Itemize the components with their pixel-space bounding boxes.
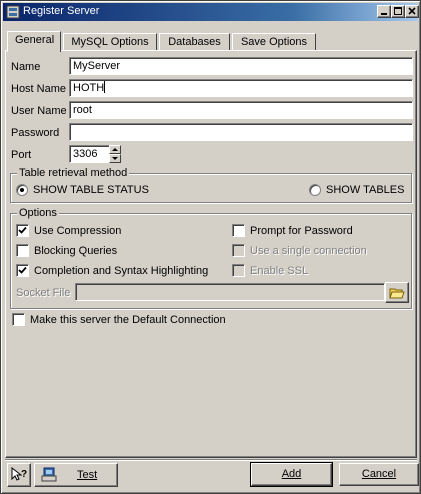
test-button[interactable]: Test <box>34 463 118 487</box>
port-increment-button[interactable] <box>109 145 121 154</box>
blocking-queries-checkbox[interactable] <box>16 244 29 257</box>
options-title: Options <box>17 207 59 219</box>
port-spinner <box>109 145 121 163</box>
browse-socket-button[interactable] <box>385 282 409 303</box>
host-name-label: Host Name <box>11 83 67 95</box>
radio-selected-dot <box>20 188 24 192</box>
socket-file-label: Socket File <box>16 287 71 299</box>
cancel-button-label: Cancel <box>361 468 397 480</box>
arrow-up-icon <box>112 148 118 151</box>
tab-mysql-options-label: MySQL Options <box>71 36 149 48</box>
svg-text:?: ? <box>21 469 27 480</box>
tab-general[interactable]: General <box>7 31 61 52</box>
use-compression-label[interactable]: Use Compression <box>34 225 121 237</box>
name-input[interactable]: MyServer <box>69 57 413 75</box>
host-name-input[interactable]: HOTH <box>69 79 413 97</box>
user-name-label: User Name <box>11 105 67 117</box>
close-icon <box>408 7 416 15</box>
tab-save-options[interactable]: Save Options <box>232 33 316 51</box>
use-compression-checkbox[interactable] <box>16 224 29 237</box>
table-retrieval-title: Table retrieval method <box>17 167 130 179</box>
minimize-button[interactable] <box>377 5 391 18</box>
add-button[interactable]: Add <box>250 462 333 487</box>
prompt-password-label[interactable]: Prompt for Password <box>250 225 353 237</box>
tab-databases[interactable]: Databases <box>159 33 230 51</box>
user-name-input[interactable]: root <box>69 101 413 119</box>
completion-label[interactable]: Completion and Syntax Highlighting <box>34 265 208 277</box>
tab-mysql-options[interactable]: MySQL Options <box>63 33 157 51</box>
maximize-button[interactable] <box>391 5 405 18</box>
radio-show-table-status[interactable] <box>16 184 28 196</box>
help-pointer-icon: ? <box>11 466 27 481</box>
blocking-queries-label[interactable]: Blocking Queries <box>34 245 117 257</box>
password-label: Password <box>11 127 60 139</box>
maximize-icon <box>394 7 402 15</box>
radio-show-tables[interactable] <box>309 184 321 196</box>
folder-open-icon <box>389 288 405 299</box>
show-tables-label[interactable]: SHOW TABLES <box>326 184 404 196</box>
footer-separator <box>5 459 417 461</box>
show-table-status-label[interactable]: SHOW TABLE STATUS <box>33 184 149 196</box>
socket-file-input <box>75 283 385 301</box>
context-help-button[interactable]: ? <box>7 463 31 487</box>
enable-ssl-checkbox <box>232 264 245 277</box>
close-button[interactable] <box>405 5 419 18</box>
tab-save-options-label: Save Options <box>240 36 308 48</box>
default-connection-label[interactable]: Make this server the Default Connection <box>30 314 226 326</box>
single-connection-checkbox <box>232 244 245 257</box>
cancel-button[interactable]: Cancel <box>339 463 419 486</box>
text-caret <box>104 81 106 93</box>
port-label: Port <box>11 149 32 161</box>
completion-checkbox[interactable] <box>16 264 29 277</box>
test-button-label: Test <box>77 469 98 481</box>
register-server-window: Register Server General MySQL Options Da… <box>0 0 421 494</box>
test-connection-icon <box>41 467 57 482</box>
host-name-value: HOTH <box>73 82 105 94</box>
port-decrement-button[interactable] <box>109 154 121 163</box>
enable-ssl-label: Enable SSL <box>250 265 309 277</box>
tab-general-label: General <box>15 34 55 46</box>
port-input[interactable]: 3306 <box>69 145 111 163</box>
prompt-password-checkbox[interactable] <box>232 224 245 237</box>
tab-databases-label: Databases <box>168 36 221 48</box>
check-icon <box>18 226 27 234</box>
app-icon <box>6 5 20 19</box>
single-connection-label: Use a single connection <box>250 245 367 257</box>
check-icon <box>18 266 27 274</box>
minimize-icon <box>381 13 387 15</box>
add-button-label: Add <box>281 468 302 480</box>
title-bar[interactable]: Register Server <box>3 3 419 21</box>
name-label: Name <box>11 61 41 73</box>
arrow-down-icon <box>112 157 118 160</box>
password-input[interactable] <box>69 123 413 141</box>
default-connection-checkbox[interactable] <box>12 313 25 326</box>
window-title: Register Server <box>23 5 100 17</box>
tab-strip: General MySQL Options Databases Save Opt… <box>5 31 415 52</box>
